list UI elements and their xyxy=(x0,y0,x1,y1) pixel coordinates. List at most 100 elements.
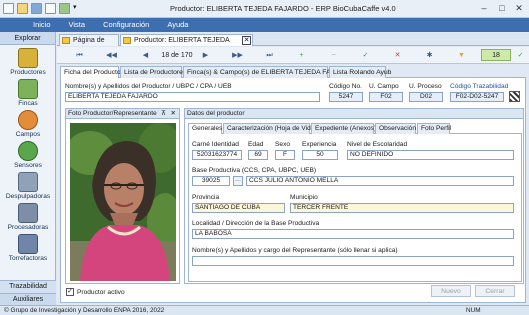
accept-icon[interactable]: ✓ xyxy=(357,50,374,61)
codigo-label: Código No. xyxy=(329,83,362,90)
municipio-select[interactable]: TERCER FRENTE xyxy=(290,203,514,213)
provincia-label: Provincia xyxy=(192,194,220,201)
first-record-icon[interactable]: ⏮ xyxy=(71,50,88,61)
trazabilidad-field[interactable]: F02-D02-5247 xyxy=(450,92,504,102)
sidebar-item-despulpadoras[interactable]: Despulpadoras xyxy=(0,172,56,200)
navigation-toolbar: ⏮ ◀◀ ◀ 18 de 170 ▶ ▶▶ ⏭ + − ✓ ✕ ✱ ▼ ✕ 18… xyxy=(57,47,529,64)
next-record-icon[interactable]: ▶ xyxy=(197,50,214,61)
subtab-generales[interactable]: Generales xyxy=(188,123,222,134)
base-code-field[interactable]: 39025 xyxy=(192,176,230,186)
provincia-select[interactable]: SANTIAGO DE CUBA xyxy=(192,203,285,213)
sidebar-auxiliares[interactable]: Auxiliares xyxy=(0,293,56,305)
sidebar-item-sensores[interactable]: Sensores xyxy=(0,141,56,169)
cerrar-button[interactable]: Cerrar xyxy=(475,285,515,297)
proceso-field[interactable]: D02 xyxy=(409,92,443,102)
sidebar-item-torrefactoras[interactable]: Torrefactoras xyxy=(0,234,56,262)
subtab-foto-perfil[interactable]: Foto Perfil xyxy=(417,123,451,134)
codigo-field[interactable]: 5247 xyxy=(329,92,363,102)
save-icon[interactable] xyxy=(31,3,42,14)
ficha-panel: Nombre(s) y Apellidos del Productor / UB… xyxy=(60,78,526,303)
confirm-icon[interactable]: ✓ xyxy=(512,50,529,61)
nuevo-button[interactable]: Nuevo xyxy=(431,285,471,297)
name-field[interactable]: ELIBERTA TEJEDA FAJARDO xyxy=(65,92,320,102)
sidebar-trazabilidad[interactable]: Trazabilidad xyxy=(0,280,56,293)
minimize-icon[interactable]: – xyxy=(476,2,492,15)
carne-field[interactable]: 52031623774 xyxy=(192,150,242,160)
carne-label: Carné Identidad xyxy=(192,141,239,148)
subtab-expediente[interactable]: Expediente (Anexos) xyxy=(311,123,376,134)
status-bar: © Grupo de Investigación y Desarrollo EN… xyxy=(0,305,529,315)
sidebar-item-fincas[interactable]: Fincas xyxy=(0,79,56,107)
tab-pagina-inicio[interactable]: Página de Inicio xyxy=(59,34,119,55)
localidad-field[interactable]: LA BABOSA xyxy=(192,229,514,239)
representante-label: Nombre(s) y Apellidos y cargo del Repres… xyxy=(192,247,398,254)
farmer-icon xyxy=(18,48,38,68)
subtab-caracterizacion[interactable]: Caracterización (Hoja de Vida) xyxy=(223,123,317,134)
qr-code-icon[interactable] xyxy=(509,91,520,102)
menu-vista[interactable]: Vista xyxy=(60,18,95,32)
print-icon[interactable] xyxy=(45,3,56,14)
document-tabs: Página de Inicio Productor: ELIBERTA TEJ… xyxy=(57,33,529,55)
pin-icon[interactable]: ⊼ xyxy=(161,109,166,118)
copyright-text: © Grupo de Investigación y Desarrollo EN… xyxy=(4,307,165,314)
edad-field[interactable]: 69 xyxy=(248,150,268,160)
sidebar-item-label: Campos xyxy=(15,131,41,138)
document-icon xyxy=(123,37,131,44)
open-folder-icon[interactable] xyxy=(17,3,28,14)
escolaridad-select[interactable]: NO DEFINIDO xyxy=(347,150,514,160)
cancel-edit-icon[interactable]: ✕ xyxy=(389,50,406,61)
customize-qat-icon[interactable]: ▾ xyxy=(73,3,84,14)
proceso-label: U. Proceso xyxy=(409,83,442,90)
sidebar-item-productores[interactable]: Productores xyxy=(0,48,56,76)
menu-inicio[interactable]: Inicio xyxy=(24,18,60,32)
photo-panel-header: Foto Productor/Representante ⊼ ✕ xyxy=(66,109,179,119)
campo-field[interactable]: F02 xyxy=(369,92,403,102)
previous-record-icon[interactable]: ◀ xyxy=(137,50,154,61)
pulper-icon xyxy=(18,172,38,192)
sensor-icon xyxy=(18,141,38,161)
close-tab-icon[interactable]: ✕ xyxy=(242,36,251,45)
main-tabs: Ficha del Productor Lista de Productores… xyxy=(60,66,526,79)
productor-activo-checkbox[interactable]: ✓ xyxy=(66,288,74,296)
add-record-icon[interactable]: + xyxy=(293,50,310,61)
edad-label: Edad xyxy=(248,141,264,148)
representante-field[interactable] xyxy=(192,256,514,266)
portrait-illustration xyxy=(70,123,176,281)
filter-icon[interactable]: ▼ xyxy=(453,50,470,61)
home-page-icon xyxy=(62,37,70,44)
delete-record-icon[interactable]: − xyxy=(325,50,342,61)
tab-lista-rolando[interactable]: Lista Rolando Ayub xyxy=(329,66,391,78)
sidebar-item-label: Fincas xyxy=(18,100,38,107)
tab-lista-productores[interactable]: Lista de Productores xyxy=(120,66,186,78)
num-lock-indicator: NUM xyxy=(466,307,481,314)
menu-bar: Inicio Vista Configuración Ayuda xyxy=(0,18,529,32)
tab-productor[interactable]: Productor: ELIBERTA TEJEDA FAJARDO ✕ xyxy=(120,34,253,55)
subtab-observacion[interactable]: Observación xyxy=(375,123,416,134)
menu-configuracion[interactable]: Configuración xyxy=(94,18,158,32)
browse-base-button[interactable]: ··· xyxy=(233,176,243,186)
next-page-icon[interactable]: ▶▶ xyxy=(229,50,246,61)
sidebar-item-procesadoras[interactable]: Procesadoras xyxy=(0,203,56,231)
new-document-icon[interactable] xyxy=(3,3,14,14)
sidebar-item-campos[interactable]: Campos xyxy=(0,110,56,138)
close-panel-icon[interactable]: ✕ xyxy=(170,109,176,118)
tab-fincas-campos[interactable]: Finca(s) & Campo(s) de ELIBERTA TEJEDA F… xyxy=(183,66,354,78)
localidad-label: Localidad / Dirección de la Base Product… xyxy=(192,220,320,227)
last-record-icon[interactable]: ⏭ xyxy=(261,50,278,61)
sidebar-item-label: Productores xyxy=(10,69,46,76)
experiencia-field[interactable]: 50 xyxy=(302,150,338,160)
close-icon[interactable]: ✕ xyxy=(511,2,527,15)
refresh-icon[interactable]: ✱ xyxy=(421,50,438,61)
photo-panel: Foto Productor/Representante ⊼ ✕ xyxy=(65,108,180,284)
chart-icon[interactable] xyxy=(59,3,70,14)
previous-page-icon[interactable]: ◀◀ xyxy=(103,50,120,61)
sexo-field[interactable]: F xyxy=(275,150,295,160)
window-title: Productor: ELIBERTA TEJEDA FAJARDO - ERP… xyxy=(170,4,396,13)
field-icon xyxy=(18,110,38,130)
sexo-label: Sexo xyxy=(275,141,291,148)
sidebar-item-label: Despulpadoras xyxy=(5,193,51,200)
base-name-field[interactable]: CCS JULIO ANTONIO MELLA xyxy=(246,176,514,186)
menu-ayuda[interactable]: Ayuda xyxy=(158,18,197,32)
maximize-icon[interactable]: □ xyxy=(494,2,510,15)
base-label: Base Productiva (CCS, CPA, UBPC, UEB) xyxy=(192,167,317,174)
